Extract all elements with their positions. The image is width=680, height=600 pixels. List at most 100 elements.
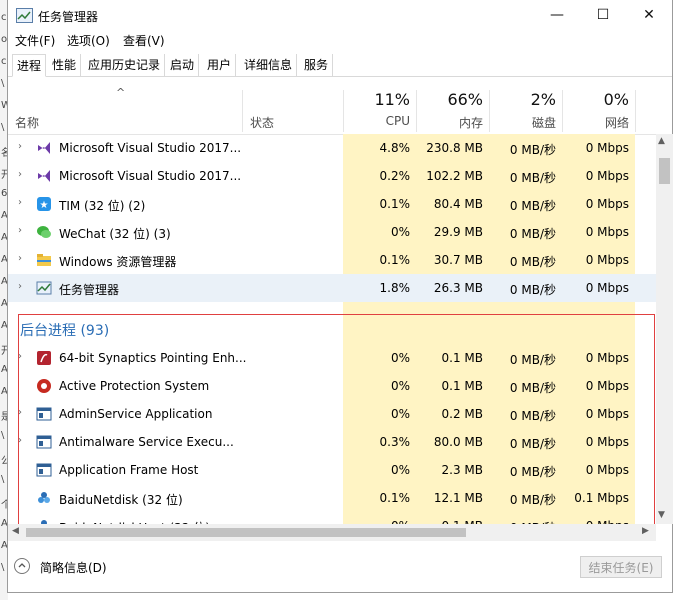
wechat-icon <box>36 224 52 240</box>
menu-file[interactable]: 文件(F) <box>15 32 55 49</box>
end-task-button[interactable]: 结束任务(E) <box>580 556 662 578</box>
column-divider <box>242 90 243 132</box>
baidu-netdisk-icon <box>36 490 52 506</box>
network-cell: 0 Mbps <box>585 379 629 393</box>
process-row[interactable]: Active Protection System 0% 0.1 MB 0 MB/秒 0 … <box>8 372 656 400</box>
vertical-scroll-thumb[interactable] <box>659 158 670 184</box>
process-row[interactable]: BaiduNetdisk (32 位) 0.1% 12.1 MB 0 MB/秒 0.1 … <box>8 484 656 512</box>
vertical-scrollbar[interactable]: ▲ ▼ <box>656 134 673 524</box>
memory-cell: 80.0 MB <box>433 435 483 449</box>
task-manager-icon <box>16 8 33 23</box>
expand-chevron-icon[interactable]: › <box>18 169 22 180</box>
process-name: BaiduNetdisk (32 位) <box>59 493 183 507</box>
tab-startup[interactable]: 启动 <box>166 54 200 76</box>
task-manager-icon <box>36 280 52 296</box>
process-name: TIM (32 位) (2) <box>59 199 146 213</box>
network-cell: 0 Mbps <box>585 407 629 421</box>
column-name[interactable]: 名称 <box>15 114 39 131</box>
menu-view[interactable]: 查看(V) <box>123 32 165 49</box>
expand-chevron-icon[interactable]: › <box>18 197 22 208</box>
expand-chevron-icon[interactable]: › <box>18 253 22 264</box>
process-name: Microsoft Visual Studio 2017... <box>59 141 242 155</box>
disk-cell: 0 MB/秒 <box>509 353 556 367</box>
network-cell: 0 Mbps <box>585 225 629 239</box>
column-status[interactable]: 状态 <box>250 114 274 131</box>
network-cell: 0 Mbps <box>585 253 629 267</box>
menu-options[interactable]: 选项(O) <box>67 32 110 49</box>
column-memory[interactable]: 内存 <box>417 114 483 131</box>
column-cpu[interactable]: CPU <box>344 114 410 128</box>
memory-cell: 30.7 MB <box>433 253 483 267</box>
protection-icon <box>36 378 52 394</box>
maximize-button[interactable]: ☐ <box>580 0 626 30</box>
process-name: WeChat (32 位) (3) <box>59 227 171 241</box>
disk-cell: 0 MB/秒 <box>509 409 556 423</box>
memory-total: 66% <box>447 90 483 109</box>
network-cell: 0 Mbps <box>585 197 629 211</box>
process-row[interactable]: › Microsoft Visual Studio 2017... 0.2% 102.… <box>8 162 656 190</box>
process-row[interactable]: › Antimalware Service Execu... 0.3% 80.0 MB… <box>8 428 656 456</box>
expand-chevron-icon[interactable]: › <box>18 407 22 418</box>
scroll-right-icon[interactable]: ▶ <box>642 526 649 536</box>
explorer-folder-icon <box>36 252 52 268</box>
column-header: ^ 名称 状态 11% CPU 66% 内存 2% 磁盘 0% 网络 <box>8 78 672 135</box>
horizontal-scrollbar[interactable]: ◀ ▶ <box>8 524 656 541</box>
fewer-details-icon[interactable] <box>14 558 30 574</box>
background-text: \ <box>1 430 5 441</box>
tab-performance[interactable]: 性能 <box>48 54 82 76</box>
tim-icon: ★ <box>36 196 52 212</box>
minimize-button[interactable]: — <box>534 0 580 30</box>
disk-cell: 0 MB/秒 <box>509 283 556 297</box>
tab-details[interactable]: 详细信息 <box>240 54 298 76</box>
column-disk[interactable]: 磁盘 <box>490 114 556 131</box>
process-row[interactable]: › AdminService Application 0% 0.2 MB 0 MB/秒 0… <box>8 400 656 428</box>
process-row[interactable]: Application Frame Host 0% 2.3 MB 0 MB/秒 0 Mb… <box>8 456 656 484</box>
column-divider <box>635 90 636 132</box>
disk-cell: 0 MB/秒 <box>509 493 556 507</box>
process-row[interactable]: BaiduNetdiskHost (32 位)0%0.1 MB0 MB/秒0 M… <box>8 512 656 524</box>
disk-cell: 0 MB/秒 <box>509 227 556 241</box>
background-text: \ <box>1 562 5 573</box>
process-row[interactable]: › 任务管理器 1.8% 26.3 MB 0 MB/秒 0 Mbps <box>8 274 656 302</box>
process-row[interactable]: › ★ TIM (32 位) (2) 0.1% 80.4 MB 0 MB/秒 0 Mbps <box>8 190 656 218</box>
visual-studio-icon <box>36 168 52 184</box>
process-name: AdminService Application <box>59 407 213 421</box>
horizontal-scroll-thumb[interactable] <box>26 528 466 537</box>
network-cell: 0 Mbps <box>585 463 629 477</box>
close-button[interactable]: ✕ <box>626 0 672 30</box>
cpu-cell: 0.1% <box>379 253 411 267</box>
process-row[interactable]: › Microsoft Visual Studio 2017... 4.8% 230.… <box>8 134 656 162</box>
scroll-down-icon[interactable]: ▼ <box>658 510 665 520</box>
memory-cell: 12.1 MB <box>433 491 483 505</box>
disk-cell: 0 MB/秒 <box>509 171 556 185</box>
cpu-cell: 0.1% <box>379 491 411 505</box>
cpu-cell: 0.2% <box>379 169 411 183</box>
column-network[interactable]: 网络 <box>563 114 629 131</box>
process-row[interactable]: › WeChat (32 位) (3) 0% 29.9 MB 0 MB/秒 0 Mbps <box>8 218 656 246</box>
fewer-details-link[interactable]: 简略信息(D) <box>40 559 107 576</box>
expand-chevron-icon[interactable]: › <box>18 281 22 292</box>
memory-cell: 29.9 MB <box>433 225 483 239</box>
cpu-cell: 0% <box>390 351 410 365</box>
group-header-row[interactable]: 后台进程 (93) <box>8 314 656 342</box>
tab-processes[interactable]: 进程 <box>12 54 47 77</box>
background-processes-title: 后台进程 (93) <box>20 323 110 339</box>
process-name: Microsoft Visual Studio 2017... <box>59 169 242 183</box>
process-row[interactable]: › Windows 资源管理器 0.1% 30.7 MB 0 MB/秒 0 Mbps <box>8 246 656 274</box>
network-cell: 0 Mbps <box>585 281 629 295</box>
cpu-total: 11% <box>374 90 410 109</box>
cpu-cell: 0% <box>390 379 410 393</box>
tab-app-history[interactable]: 应用历史记录 <box>84 54 166 76</box>
expand-chevron-icon[interactable]: › <box>18 351 22 362</box>
cpu-cell: 1.8% <box>379 281 411 295</box>
process-row[interactable]: › 64-bit Synaptics Pointing Enh... 0% 0.1 M… <box>8 344 656 372</box>
svg-text:★: ★ <box>40 200 49 211</box>
expand-chevron-icon[interactable]: › <box>18 225 22 236</box>
tab-services[interactable]: 服务 <box>300 54 334 76</box>
tab-users[interactable]: 用户 <box>203 54 237 76</box>
scroll-up-icon[interactable]: ▲ <box>658 136 665 146</box>
window-title: 任务管理器 <box>38 10 99 24</box>
scroll-left-icon[interactable]: ◀ <box>12 526 19 536</box>
expand-chevron-icon[interactable]: › <box>18 141 22 152</box>
expand-chevron-icon[interactable]: › <box>18 435 22 446</box>
